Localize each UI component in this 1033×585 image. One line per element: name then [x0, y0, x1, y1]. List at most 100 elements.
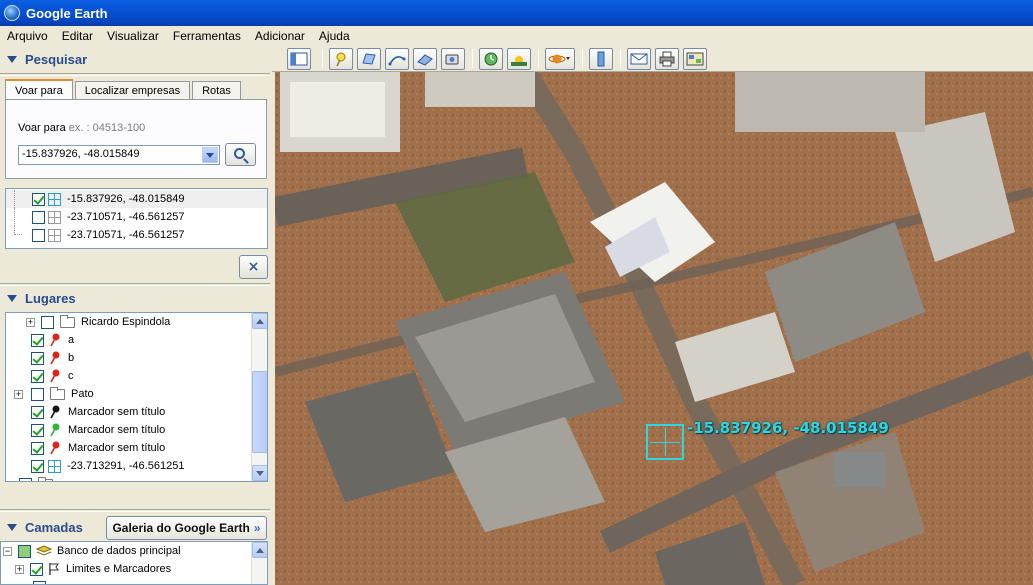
record-tour-button[interactable] — [441, 48, 465, 70]
title-bar: Google Earth — [0, 0, 1033, 26]
layers-scrollbar[interactable] — [251, 542, 267, 584]
placemark-label[interactable]: -15.837926, -48.015849 — [687, 419, 889, 437]
list-item[interactable]: -15.837926, -48.015849 — [6, 190, 267, 208]
collapse-minus-icon[interactable]: − — [3, 546, 12, 556]
checkbox[interactable] — [31, 441, 44, 455]
red-pushpin-icon — [50, 333, 60, 347]
tree-item[interactable]: -23.713291, -46.561251 — [6, 457, 267, 475]
checkbox[interactable] — [31, 405, 44, 419]
tree-item-label: Marcador sem título — [68, 424, 166, 436]
checkbox[interactable] — [31, 459, 44, 473]
planets-button[interactable] — [545, 48, 575, 70]
add-polygon-button[interactable] — [357, 48, 381, 70]
tree-item[interactable]: Marcador sem título — [6, 403, 267, 421]
list-item[interactable]: -23.710571, -46.561257 — [6, 208, 267, 226]
flag-icon — [49, 563, 59, 575]
sunlight-button[interactable] — [507, 48, 531, 70]
menu-adicionar[interactable]: Adicionar — [248, 29, 312, 43]
scroll-down-button[interactable] — [252, 465, 267, 481]
tree-item[interactable]: + Pato — [6, 385, 267, 403]
print-button[interactable] — [655, 48, 679, 70]
tree-item[interactable]: c — [6, 367, 267, 385]
tree-item[interactable]: + Limites e Marcadores — [1, 560, 267, 578]
ruler-button[interactable] — [589, 48, 613, 70]
menu-editar[interactable]: Editar — [55, 29, 100, 43]
add-path-button[interactable] — [385, 48, 409, 70]
search-button[interactable] — [225, 143, 256, 166]
map-view[interactable]: -15.837926, -48.015849 — [275, 72, 1033, 585]
checkbox[interactable] — [41, 315, 54, 329]
close-icon: × — [247, 259, 260, 275]
folder-icon — [60, 314, 75, 328]
tab-voar-para[interactable]: Voar para — [5, 79, 73, 100]
checkbox[interactable] — [32, 210, 45, 224]
checkbox[interactable] — [31, 369, 44, 383]
email-button[interactable] — [627, 48, 651, 70]
menu-ferramentas[interactable]: Ferramentas — [166, 29, 248, 43]
places-panel-header[interactable]: Lugares — [0, 286, 270, 311]
placemark-crosshair-icon[interactable] — [646, 424, 684, 460]
collapse-triangle-icon[interactable] — [7, 56, 17, 63]
layers-panel-header[interactable]: Camadas — [0, 515, 100, 540]
checkbox[interactable] — [19, 477, 32, 481]
checkbox[interactable] — [31, 351, 44, 365]
menu-arquivo[interactable]: Arquivo — [0, 29, 55, 43]
tree-item[interactable]: Marcador sem título — [6, 421, 267, 439]
gallery-button[interactable]: Galeria do Google Earth » — [106, 516, 267, 540]
sidebar-toggle-button[interactable] — [287, 48, 311, 70]
checkbox[interactable] — [31, 333, 44, 347]
tree-item-label: Marcador sem título — [68, 406, 166, 418]
checkbox[interactable] — [32, 192, 45, 206]
red-pushpin-icon — [50, 369, 60, 383]
scroll-up-button[interactable] — [252, 313, 267, 329]
historical-imagery-button[interactable] — [479, 48, 503, 70]
satellite-imagery[interactable] — [275, 72, 1033, 585]
divider — [0, 509, 270, 512]
fly-to-input[interactable]: -15.837926, -48.015849 — [18, 145, 220, 165]
search-panel-header[interactable]: Pesquisar — [0, 47, 270, 72]
expand-plus-icon[interactable]: + — [26, 317, 35, 327]
envelope-icon — [630, 53, 648, 65]
clear-results-button[interactable]: × — [239, 255, 268, 279]
checkbox[interactable] — [31, 387, 44, 401]
search-tabs: Voar para Localizar empresas Rotas — [5, 79, 243, 100]
polygon-icon — [362, 53, 376, 65]
tree-item-partial[interactable] — [1, 578, 267, 584]
tab-rotas[interactable]: Rotas — [192, 81, 241, 100]
layers-tree: − Banco de dados principal + Limites e M… — [0, 541, 268, 585]
view-in-maps-button[interactable] — [683, 48, 707, 70]
tree-item-partial[interactable] — [6, 475, 267, 481]
add-image-overlay-button[interactable] — [413, 48, 437, 70]
checkbox[interactable] — [31, 423, 44, 437]
search-results-list: -15.837926, -48.015849 -23.710571, -46.5… — [5, 188, 268, 249]
collapse-triangle-icon[interactable] — [7, 524, 17, 531]
gallery-button-label: Galeria do Google Earth — [112, 521, 250, 535]
menu-ajuda[interactable]: Ajuda — [312, 29, 357, 43]
menu-visualizar[interactable]: Visualizar — [100, 29, 166, 43]
tree-item[interactable]: + Ricardo Espindola — [6, 313, 267, 331]
places-scrollbar[interactable] — [251, 313, 267, 481]
tree-item-label: Ricardo Espindola — [81, 316, 171, 328]
scroll-up-button[interactable] — [252, 542, 267, 558]
collapse-triangle-icon[interactable] — [7, 295, 17, 302]
tab-localizar-empresas[interactable]: Localizar empresas — [74, 81, 191, 100]
checkbox[interactable] — [33, 580, 46, 584]
tree-item[interactable]: Marcador sem título — [6, 439, 267, 457]
planet-icon — [548, 54, 570, 64]
tree-item[interactable]: a — [6, 331, 267, 349]
add-placemark-button[interactable] — [329, 48, 353, 70]
list-item[interactable]: -23.710571, -46.561257 — [6, 226, 267, 244]
tree-item-label: Pato — [71, 388, 94, 400]
scroll-thumb[interactable] — [252, 371, 267, 453]
search-panel-title: Pesquisar — [25, 52, 88, 67]
partial-checkbox[interactable] — [18, 544, 31, 558]
expand-plus-icon[interactable]: + — [15, 564, 24, 574]
dropdown-arrow-icon[interactable] — [202, 147, 218, 163]
checkbox[interactable] — [32, 228, 45, 242]
expand-plus-icon[interactable]: + — [14, 389, 23, 399]
tree-item[interactable]: b — [6, 349, 267, 367]
crosshair-grid-icon — [48, 459, 61, 473]
checkbox[interactable] — [30, 562, 43, 576]
arrow-down-icon — [256, 470, 264, 476]
tree-item[interactable]: − Banco de dados principal — [1, 542, 267, 560]
